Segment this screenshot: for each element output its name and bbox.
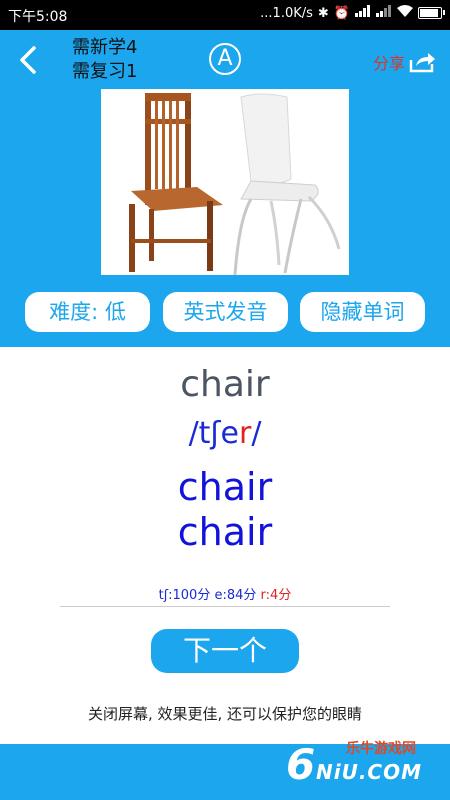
score-r: r:4分	[260, 588, 292, 603]
accent-button[interactable]: 英式发音	[163, 292, 288, 332]
eye-care-tip: 关闭屏幕, 效果更佳, 还可以保护您的眼睛	[87, 705, 363, 723]
back-arrow-icon	[20, 46, 36, 74]
share-label: 分享	[372, 54, 405, 73]
difficulty-button[interactable]: 难度: 低	[25, 292, 150, 332]
mode-a-icon[interactable]: A	[209, 43, 241, 75]
chair-image-icon	[129, 93, 341, 276]
word-image	[101, 89, 349, 276]
watermark-text: 乐牛游戏网	[346, 741, 416, 757]
new-count: 需新学4	[72, 37, 138, 58]
score-tsh: tʃ:100分	[158, 588, 211, 603]
phonetic-end: /	[251, 416, 262, 451]
share-icon	[409, 53, 435, 73]
signal-icon	[355, 5, 371, 21]
network-speed: ...1.0K/s	[260, 5, 313, 21]
status-bar: 下午5:08 ...1.0K/s ✱ ⏰	[0, 0, 450, 30]
word-text: chair	[180, 364, 270, 405]
pronunciation-scores: tʃ:100分 e:84分 r:4分	[0, 584, 450, 603]
phonetic-highlight: r	[238, 416, 252, 451]
status-icons: ...1.0K/s ✱ ⏰	[260, 5, 445, 21]
score-e: e:84分	[214, 588, 257, 603]
battery-icon	[418, 7, 445, 19]
status-time: 下午5:08	[8, 9, 68, 25]
watermark-logo: 6 乐牛游戏网 NiU.COM	[286, 734, 436, 796]
watermark-domain: NiU.COM	[316, 760, 423, 784]
alarm-icon: ⏰	[333, 5, 350, 21]
spelling-line-1: chair	[177, 465, 273, 509]
progress-counts: 需新学4 需复习1	[72, 36, 137, 84]
phonetic-text[interactable]: /tʃer/	[0, 416, 450, 451]
phonetic-start: /tʃe	[188, 416, 239, 451]
bluetooth-icon: ✱	[317, 5, 329, 21]
watermark-6-glyph: 6	[286, 740, 316, 789]
hide-word-button[interactable]: 隐藏单词	[300, 292, 425, 332]
share-button[interactable]: 分享	[373, 50, 436, 74]
divider	[60, 606, 390, 607]
signal-icon-2	[376, 5, 392, 21]
word-header-panel: 需新学4 需复习1 A 分享 难度: 低 英式发音 隐藏单词	[0, 30, 450, 347]
wifi-icon	[397, 5, 413, 21]
spelling-line-2: chair	[177, 510, 273, 554]
back-button[interactable]	[14, 42, 44, 78]
next-button[interactable]: 下一个	[151, 629, 299, 673]
review-count: 需复习1	[72, 61, 138, 82]
